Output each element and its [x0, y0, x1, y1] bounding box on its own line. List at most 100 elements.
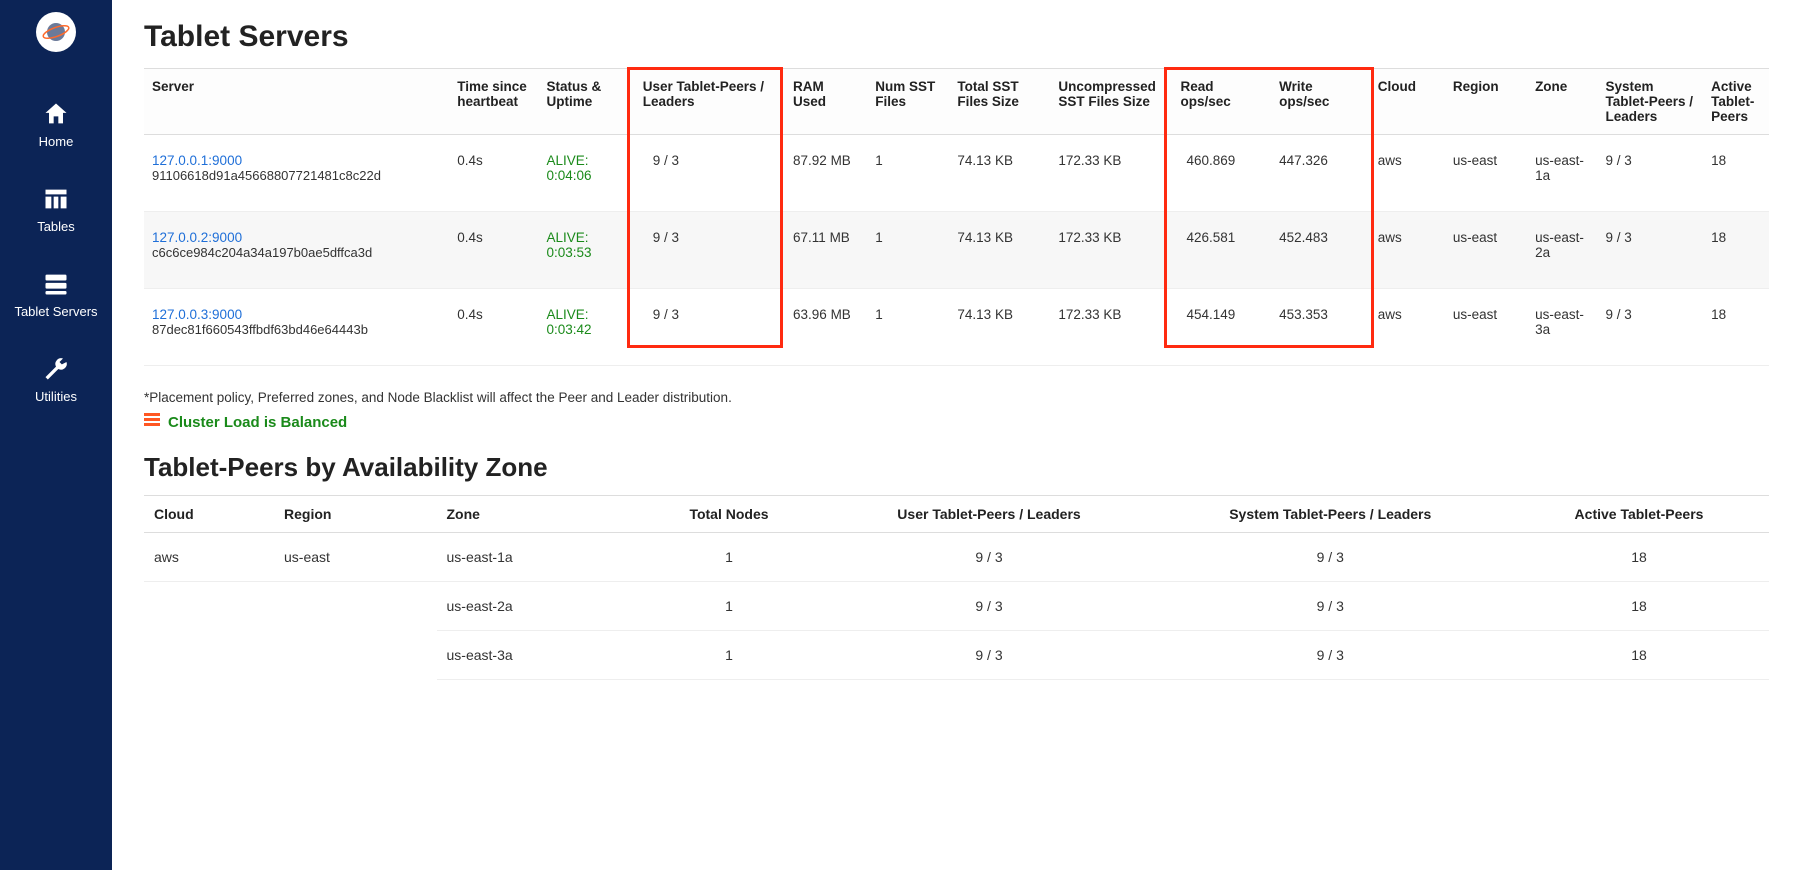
zcell-sys-peers: 9 / 3 [1152, 582, 1510, 631]
cell-uncompressed: 172.33 KB [1050, 289, 1172, 366]
zcol-region: Region [274, 496, 437, 533]
wrench-icon [42, 355, 70, 383]
zcell-cloud [144, 582, 274, 631]
page-title: Tablet Servers [144, 20, 1769, 54]
zcell-user-peers: 9 / 3 [827, 582, 1152, 631]
col-zone: Zone [1527, 69, 1597, 135]
zone-table: Cloud Region Zone Total Nodes User Table… [144, 495, 1769, 680]
zcell-active: 18 [1509, 533, 1769, 582]
zcell-user-peers: 9 / 3 [827, 631, 1152, 680]
cell-region: us-east [1445, 289, 1527, 366]
zcell-user-peers: 9 / 3 [827, 533, 1152, 582]
zcell-active: 18 [1509, 582, 1769, 631]
cell-user-peers: 9 / 3 [635, 212, 785, 289]
cell-read-ops: 454.149 [1172, 289, 1271, 366]
col-uncompressed: Uncompressed SST Files Size [1050, 69, 1172, 135]
table-row: 127.0.0.1:9000 91106618d91a4566880772148… [144, 135, 1769, 212]
zcell-cloud: aws [144, 533, 274, 582]
sidebar-item-utilities[interactable]: Utilities [0, 337, 112, 422]
cell-user-peers: 9 / 3 [635, 289, 785, 366]
zone-row: us-east-2a 1 9 / 3 9 / 3 18 [144, 582, 1769, 631]
col-active: Active Tablet-Peers [1703, 69, 1769, 135]
cell-cloud: aws [1370, 289, 1445, 366]
sidebar-item-home[interactable]: Home [0, 82, 112, 167]
sidebar-item-label: Tables [37, 219, 75, 234]
cell-uncompressed: 172.33 KB [1050, 212, 1172, 289]
cell-ram: 67.11 MB [785, 212, 867, 289]
server-uuid: 87dec81f660543ffbdf63bd46e64443b [152, 322, 368, 337]
table-icon [42, 185, 70, 213]
zcell-region: us-east [274, 533, 437, 582]
sidebar-item-label: Home [39, 134, 74, 149]
zcell-region [274, 582, 437, 631]
server-link[interactable]: 127.0.0.3:9000 [152, 307, 242, 322]
sidebar: Home Tables Tablet Servers Utilities [0, 0, 112, 870]
zone-header-row: Cloud Region Zone Total Nodes User Table… [144, 496, 1769, 533]
col-server: Server [144, 69, 449, 135]
col-sys-peers: System Tablet-Peers / Leaders [1598, 69, 1704, 135]
cell-zone: us-east-3a [1527, 289, 1597, 366]
zcol-sys-peers: System Tablet-Peers / Leaders [1152, 496, 1510, 533]
tablet-servers-table: Server Time since heartbeat Status & Upt… [144, 68, 1769, 366]
server-link[interactable]: 127.0.0.1:9000 [152, 153, 242, 168]
col-read-ops: Read ops/sec [1172, 69, 1271, 135]
sidebar-item-tablet-servers[interactable]: Tablet Servers [0, 252, 112, 337]
cluster-load-icon [144, 413, 160, 432]
cell-user-peers: 9 / 3 [635, 135, 785, 212]
main-content: Tablet Servers S [112, 0, 1809, 870]
zcell-zone: us-east-2a [437, 582, 632, 631]
cell-server: 127.0.0.1:9000 91106618d91a4566880772148… [144, 135, 449, 212]
cell-total-sst: 74.13 KB [949, 135, 1050, 212]
sidebar-item-tables[interactable]: Tables [0, 167, 112, 252]
az-section-title: Tablet-Peers by Availability Zone [144, 452, 1769, 483]
cell-write-ops: 447.326 [1271, 135, 1370, 212]
col-ram: RAM Used [785, 69, 867, 135]
cell-sys-peers: 9 / 3 [1598, 212, 1704, 289]
zcol-zone: Zone [437, 496, 632, 533]
cell-cloud: aws [1370, 135, 1445, 212]
cell-heartbeat: 0.4s [449, 212, 538, 289]
server-icon [42, 270, 70, 298]
logo[interactable] [36, 12, 76, 52]
col-cloud: Cloud [1370, 69, 1445, 135]
zcol-user-peers: User Tablet-Peers / Leaders [827, 496, 1152, 533]
cell-zone: us-east-2a [1527, 212, 1597, 289]
zcell-sys-peers: 9 / 3 [1152, 533, 1510, 582]
cell-status: ALIVE:0:03:42 [538, 289, 634, 366]
zcell-cloud [144, 631, 274, 680]
cell-ram: 63.96 MB [785, 289, 867, 366]
server-link[interactable]: 127.0.0.2:9000 [152, 230, 242, 245]
cell-ram: 87.92 MB [785, 135, 867, 212]
cell-server: 127.0.0.2:9000 c6c6ce984c204a34a197b0ae5… [144, 212, 449, 289]
tablet-servers-table-wrapper: Server Time since heartbeat Status & Upt… [144, 68, 1769, 366]
col-user-peers: User Tablet-Peers / Leaders [635, 69, 785, 135]
table-header-row: Server Time since heartbeat Status & Upt… [144, 69, 1769, 135]
zcell-region [274, 631, 437, 680]
cell-sys-peers: 9 / 3 [1598, 289, 1704, 366]
server-uuid: 91106618d91a45668807721481c8c22d [152, 168, 381, 183]
cluster-load-text: Cluster Load is Balanced [168, 414, 347, 431]
cell-active: 18 [1703, 135, 1769, 212]
col-total-sst: Total SST Files Size [949, 69, 1050, 135]
cell-num-sst: 1 [867, 212, 949, 289]
cell-server: 127.0.0.3:9000 87dec81f660543ffbdf63bd46… [144, 289, 449, 366]
cell-uncompressed: 172.33 KB [1050, 135, 1172, 212]
cell-num-sst: 1 [867, 289, 949, 366]
col-heartbeat: Time since heartbeat [449, 69, 538, 135]
zcol-cloud: Cloud [144, 496, 274, 533]
table-row: 127.0.0.3:9000 87dec81f660543ffbdf63bd46… [144, 289, 1769, 366]
cell-region: us-east [1445, 212, 1527, 289]
col-write-ops: Write ops/sec [1271, 69, 1370, 135]
zone-row: aws us-east us-east-1a 1 9 / 3 9 / 3 18 [144, 533, 1769, 582]
zcol-active: Active Tablet-Peers [1509, 496, 1769, 533]
cell-heartbeat: 0.4s [449, 135, 538, 212]
sidebar-item-label: Tablet Servers [14, 304, 97, 319]
col-status: Status & Uptime [538, 69, 634, 135]
cell-active: 18 [1703, 289, 1769, 366]
col-region: Region [1445, 69, 1527, 135]
cell-active: 18 [1703, 212, 1769, 289]
sidebar-item-label: Utilities [35, 389, 77, 404]
cell-read-ops: 426.581 [1172, 212, 1271, 289]
zcell-zone: us-east-1a [437, 533, 632, 582]
cell-region: us-east [1445, 135, 1527, 212]
